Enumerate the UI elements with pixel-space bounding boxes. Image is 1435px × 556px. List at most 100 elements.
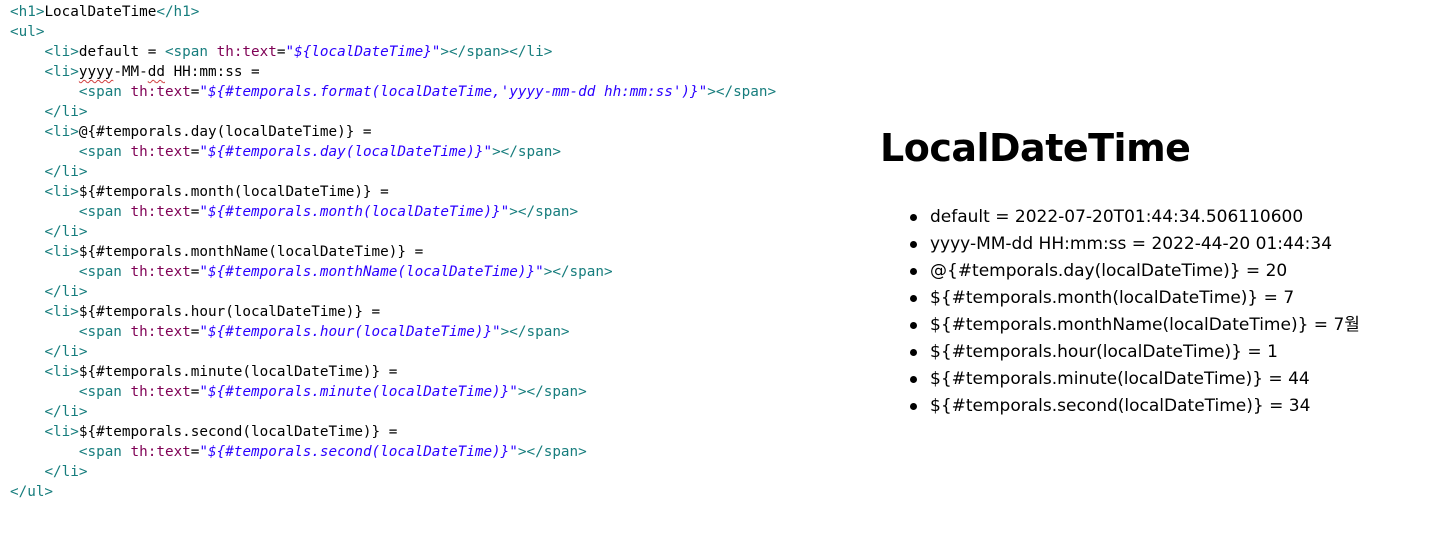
item-value: 20 <box>1265 261 1288 281</box>
code-token: <li> <box>44 244 79 260</box>
code-line[interactable]: <h1>LocalDateTime</h1> <box>10 2 199 22</box>
code-token: dd <box>147 64 165 80</box>
item-label: default <box>930 207 990 227</box>
page-title: LocalDateTime <box>880 126 1191 170</box>
code-token: ${#temporals.second(localDateTime)} = <box>78 424 398 440</box>
code-token: <span <box>78 264 131 280</box>
code-line[interactable]: </li> <box>10 282 87 302</box>
code-editor[interactable]: <h1>LocalDateTime</h1> <ul> <li>default =… <box>0 0 860 556</box>
list-item: yyyy-MM-dd HH:mm:ss = 2022-44-20 01:44:3… <box>910 231 1360 258</box>
item-value: 34 <box>1288 396 1311 416</box>
code-token: <h1> <box>10 4 45 20</box>
code-token: "${#temporals.month(localDateTime)}" <box>199 204 510 220</box>
code-line[interactable]: <li>@{#temporals.day(localDateTime)} = <box>10 122 372 142</box>
code-token: </li> <box>44 164 88 180</box>
code-line[interactable]: <span th:text="${#temporals.monthName(lo… <box>10 262 613 282</box>
code-token: ></span> <box>509 204 579 220</box>
code-line[interactable]: </li> <box>10 102 87 122</box>
code-line[interactable]: <span th:text="${#temporals.day(localDat… <box>10 142 561 162</box>
code-line[interactable]: </li> <box>10 342 87 362</box>
code-token: ${#temporals.minute(localDateTime)} = <box>78 364 398 380</box>
code-token: </h1> <box>156 4 200 20</box>
code-token: ${#temporals.hour(localDateTime)} = <box>78 304 381 320</box>
code-line[interactable]: </li> <box>10 402 87 422</box>
code-line[interactable]: <span th:text="${#temporals.hour(localDa… <box>10 322 570 342</box>
code-token: </li> <box>44 464 88 480</box>
code-line[interactable]: <span th:text="${#temporals.second(local… <box>10 442 587 462</box>
code-line[interactable]: </li> <box>10 162 87 182</box>
code-token: th:text <box>216 44 277 60</box>
code-token: <span <box>78 84 131 100</box>
list-item: ${#temporals.monthName(localDateTime)} =… <box>910 312 1360 339</box>
item-label: @{#temporals.day(localDateTime)} <box>930 261 1241 281</box>
code-line[interactable]: <li>${#temporals.second(localDateTime)} … <box>10 422 397 442</box>
code-token: th:text <box>130 324 191 340</box>
code-line[interactable]: </li> <box>10 222 87 242</box>
code-token: LocalDateTime <box>44 4 157 20</box>
code-token: "${#temporals.minute(localDateTime)}" <box>199 384 518 400</box>
code-token: ></span> <box>492 144 561 160</box>
code-token: ${#temporals.monthName(localDateTime)} = <box>78 244 424 260</box>
list-item: default = 2022-07-20T01:44:34.506110600 <box>910 204 1360 231</box>
code-token: th:text <box>130 144 191 160</box>
code-token: </li> <box>44 284 88 300</box>
code-line[interactable]: <span th:text="${#temporals.format(local… <box>10 82 776 102</box>
item-label: ${#temporals.hour(localDateTime)} <box>930 342 1243 362</box>
code-token: ></span> <box>707 84 777 100</box>
code-token: <li> <box>44 64 79 80</box>
code-token: <span <box>164 44 217 60</box>
item-label: yyyy-MM-dd HH:mm:ss <box>930 234 1127 254</box>
code-token: th:text <box>130 384 191 400</box>
item-value: 44 <box>1288 369 1310 389</box>
code-token: ></span> <box>500 324 570 340</box>
code-token: ></span> <box>517 384 587 400</box>
item-value: 1 <box>1267 342 1278 362</box>
code-line[interactable]: </ul> <box>10 482 53 502</box>
code-token: ${#temporals.month(localDateTime)} = <box>78 184 389 200</box>
code-token: th:text <box>130 204 191 220</box>
code-token: </li> <box>44 224 88 240</box>
code-line[interactable]: <li>default = <span th:text="${localDate… <box>10 42 552 62</box>
code-token: </ul> <box>10 484 54 500</box>
code-token: <span <box>78 324 131 340</box>
code-token: ></span> <box>517 444 587 460</box>
code-line[interactable]: <li>${#temporals.hour(localDateTime)} = <box>10 302 380 322</box>
code-token: HH:mm:ss = <box>164 64 260 80</box>
code-line[interactable]: <span th:text="${#temporals.minute(local… <box>10 382 587 402</box>
code-line[interactable]: <li>${#temporals.minute(localDateTime)} … <box>10 362 397 382</box>
code-token: <li> <box>44 44 79 60</box>
list-item: ${#temporals.month(localDateTime)} = 7 <box>910 285 1360 312</box>
list-item: ${#temporals.hour(localDateTime)} = 1 <box>910 339 1360 366</box>
code-token: th:text <box>130 264 191 280</box>
code-token: <li> <box>44 304 79 320</box>
code-line[interactable]: <span th:text="${#temporals.month(localD… <box>10 202 578 222</box>
code-line[interactable]: <li>yyyy-MM-dd HH:mm:ss = <box>10 62 260 82</box>
list-item: @{#temporals.day(localDateTime)} = 20 <box>910 258 1360 285</box>
code-token: @{#temporals.day(localDateTime)} = <box>78 124 372 140</box>
code-token: th:text <box>130 444 191 460</box>
code-line[interactable]: <li>${#temporals.monthName(localDateTime… <box>10 242 423 262</box>
code-line[interactable]: <li>${#temporals.month(localDateTime)} = <box>10 182 389 202</box>
code-token: </li> <box>44 104 88 120</box>
code-line[interactable]: <ul> <box>10 22 44 42</box>
code-token: "${#temporals.hour(localDateTime)}" <box>199 324 501 340</box>
item-label: ${#temporals.month(localDateTime)} <box>930 288 1259 308</box>
code-token: "${#temporals.monthName(localDateTime)}" <box>199 264 544 280</box>
code-token: ></span> <box>543 264 613 280</box>
list-item: ${#temporals.second(localDateTime)} = 34 <box>910 393 1360 420</box>
code-line[interactable]: </li> <box>10 462 87 482</box>
